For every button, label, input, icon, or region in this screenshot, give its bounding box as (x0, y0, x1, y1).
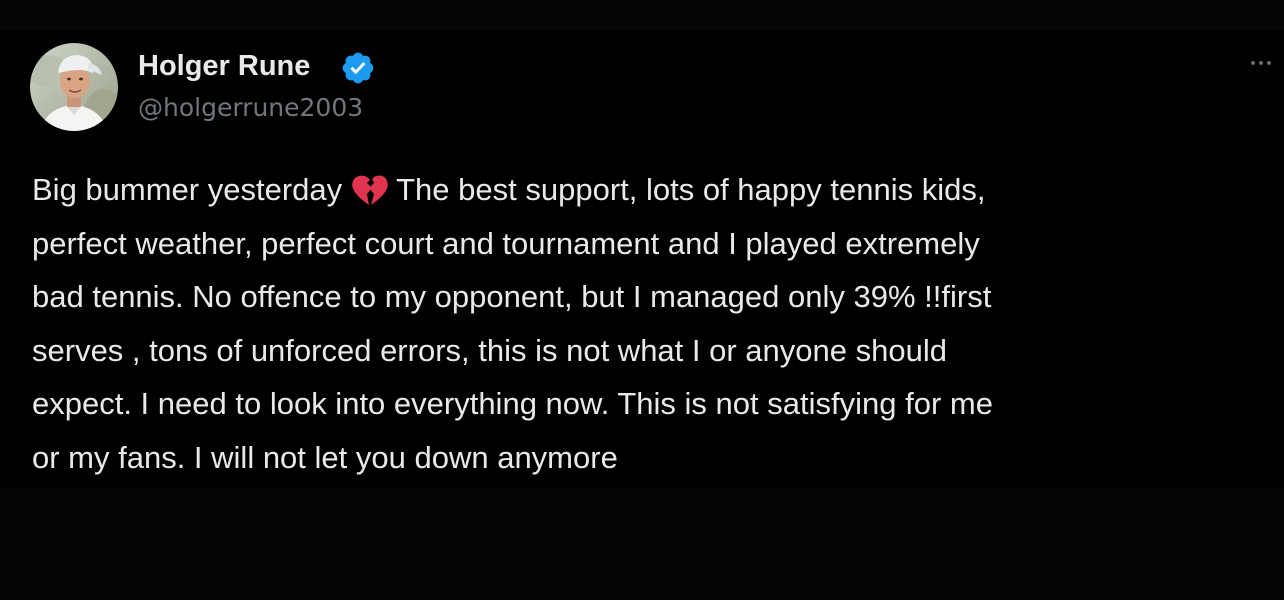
broken-heart-icon (350, 174, 390, 206)
tweet-text-line: perfect weather, perfect court and tourn… (32, 225, 980, 261)
tweet-text-line: bad tennis. No offence to my opponent, b… (32, 279, 992, 314)
tweet-text-line: expect. I need to look into everything n… (32, 386, 993, 421)
verified-badge-icon (340, 50, 376, 86)
author-handle[interactable]: @holgerrune2003 (138, 92, 363, 124)
avatar-photo (30, 43, 118, 131)
more-options-ellipsis-icon[interactable] (1243, 54, 1277, 72)
tweet-text-line: serves , tons of unforced errors, this i… (32, 332, 947, 368)
text-segment: Big bummer yesterday (32, 172, 343, 207)
screenshot: Holger Rune @holgerrune2003 Big bummer y… (0, 0, 1284, 600)
text-segment: The best support, lots of happy tennis k… (396, 172, 986, 207)
author-avatar[interactable] (30, 43, 118, 131)
author-display-name[interactable]: Holger Rune (138, 49, 310, 83)
tweet-text-line: Big bummer yesterday The best support, lo… (32, 163, 1272, 217)
tweet-card: Holger Rune @holgerrune2003 Big bummer y… (0, 30, 1284, 488)
tweet-text: Big bummer yesterday The best support, lo… (32, 163, 1272, 484)
tweet-text-line: or my fans. I will not let you down anym… (32, 439, 618, 475)
